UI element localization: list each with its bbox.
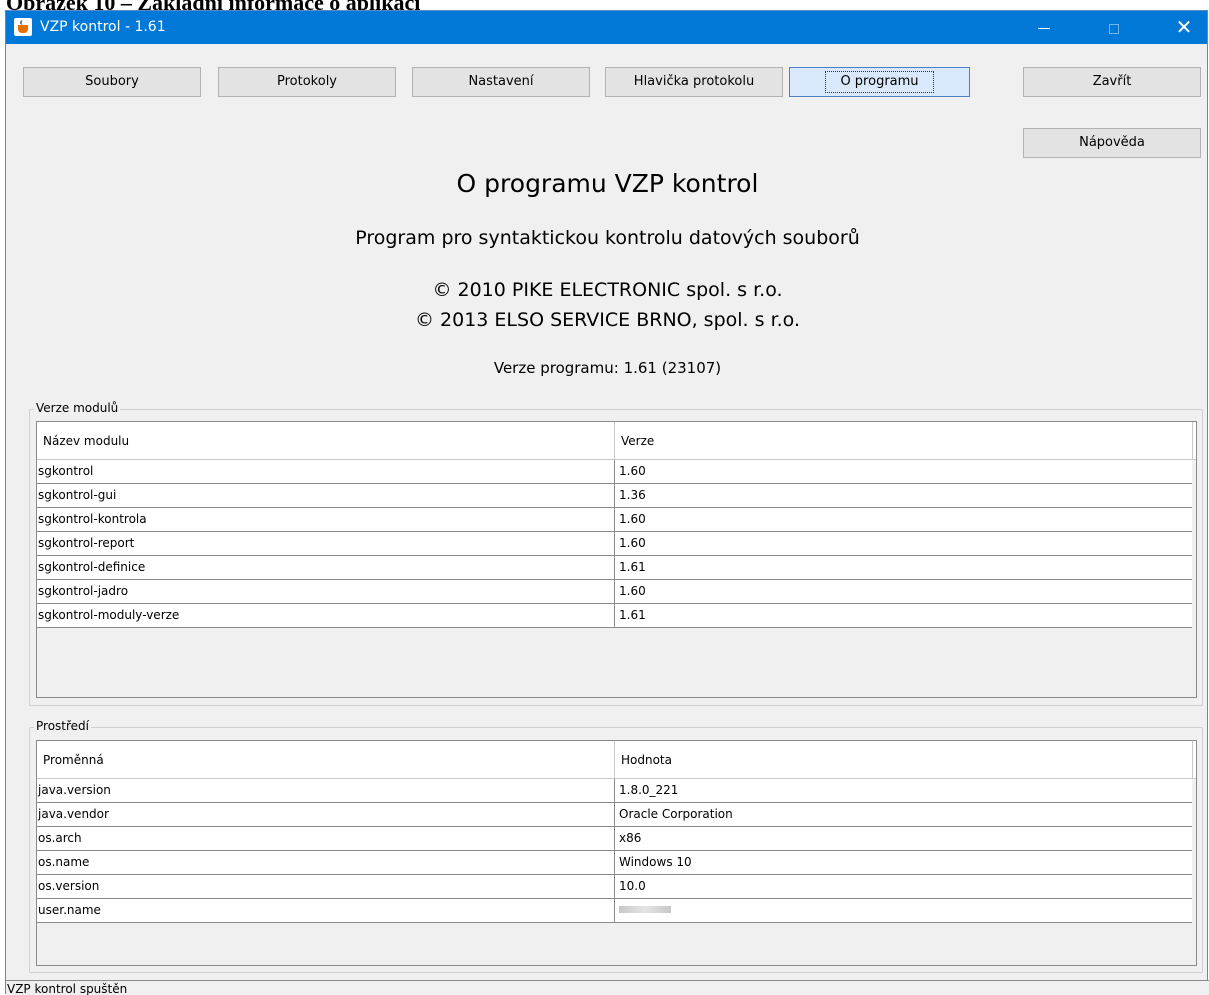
program-version: Verze programu: 1.61 (23107)	[493, 359, 722, 377]
environment-table[interactable]: Proměnná Hodnota java.version 1.8.0_221 j…	[36, 740, 1197, 966]
module-name-cell: sgkontrol-definice	[38, 560, 146, 574]
module-name-cell: sgkontrol	[38, 464, 94, 478]
table-row[interactable]: os.arch x86	[37, 827, 1192, 851]
module-version-cell: 1.60	[614, 532, 1192, 555]
variable-value-cell: 10.0	[614, 875, 1192, 898]
o-programu-label: O programu	[825, 71, 934, 93]
table-row[interactable]: sgkontrol 1.60	[37, 460, 1192, 484]
copyright-pike: © 2010 PIKE ELECTRONIC spol. s r.o.	[432, 279, 783, 301]
environment-legend: Prostředí	[34, 719, 91, 733]
column-header-value[interactable]: Hodnota	[614, 741, 1192, 779]
table-row[interactable]: sgkontrol-gui 1.36	[37, 484, 1192, 508]
redacted-username	[619, 906, 671, 913]
column-header-module-name[interactable]: Název modulu	[37, 422, 614, 460]
modules-group: Verze modulů Název modulu Verze sgkontro…	[29, 401, 1203, 706]
nastaveni-button[interactable]: Nastavení	[412, 67, 590, 97]
module-version-cell: 1.60	[614, 580, 1192, 603]
o-programu-button[interactable]: O programu	[789, 67, 970, 97]
table-row[interactable]: java.version 1.8.0_221	[37, 779, 1192, 803]
about-title: O programu VZP kontrol	[456, 169, 759, 198]
variable-value-cell	[614, 899, 1192, 922]
close-icon: ✕	[1175, 15, 1193, 39]
module-name-cell: sgkontrol-moduly-verze	[38, 608, 180, 622]
about-subtitle: Program pro syntaktickou kontrolu datový…	[355, 227, 860, 249]
table-row[interactable]: os.version 10.0	[37, 875, 1192, 899]
module-name-cell: sgkontrol-report	[38, 536, 135, 550]
title-bar[interactable]: VZP kontrol - 1.61 ✕	[6, 11, 1207, 44]
module-name-cell: sgkontrol-gui	[38, 488, 117, 502]
column-header-variable[interactable]: Proměnná	[37, 741, 614, 779]
variable-value-cell: 1.8.0_221	[614, 779, 1192, 802]
table-row[interactable]: sgkontrol-report 1.60	[37, 532, 1192, 556]
table-row[interactable]: os.name Windows 10	[37, 851, 1192, 875]
variable-value-cell: x86	[614, 827, 1192, 850]
module-name-cell: sgkontrol-jadro	[38, 584, 129, 598]
variable-name-cell: os.arch	[38, 831, 82, 845]
hlavicka-protokolu-button[interactable]: Hlavička protokolu	[605, 67, 783, 97]
header-filler	[1192, 741, 1198, 779]
modules-legend: Verze modulů	[34, 401, 121, 415]
environment-group: Prostředí Proměnná Hodnota java.version 1…	[29, 719, 1203, 973]
module-name-cell: sgkontrol-kontrola	[38, 512, 147, 526]
soubory-button[interactable]: Soubory	[23, 67, 201, 97]
module-version-cell: 1.60	[614, 508, 1192, 531]
modules-table-header: Název modulu Verze	[37, 422, 1196, 460]
zavrit-button[interactable]: Zavřít	[1023, 67, 1201, 97]
table-row[interactable]: sgkontrol-jadro 1.60	[37, 580, 1192, 604]
variable-name-cell: java.vendor	[38, 807, 109, 821]
protokoly-button[interactable]: Protokoly	[218, 67, 396, 97]
java-app-icon	[14, 18, 32, 36]
napoveda-button[interactable]: Nápověda	[1023, 128, 1201, 158]
minimize-icon	[1038, 28, 1050, 29]
module-version-cell: 1.61	[614, 604, 1192, 627]
maximize-button[interactable]	[1091, 11, 1137, 44]
status-bar: VZP kontrol spuštěn	[6, 980, 1209, 995]
column-header-version[interactable]: Verze	[614, 422, 1192, 460]
module-version-cell: 1.61	[614, 556, 1192, 579]
variable-name-cell: os.version	[38, 879, 100, 893]
environment-table-header: Proměnná Hodnota	[37, 741, 1196, 779]
maximize-icon	[1109, 23, 1119, 34]
close-window-button[interactable]: ✕	[1161, 11, 1207, 44]
variable-value-cell: Oracle Corporation	[614, 803, 1192, 826]
table-row[interactable]: java.vendor Oracle Corporation	[37, 803, 1192, 827]
table-row[interactable]: sgkontrol-moduly-verze 1.61	[37, 604, 1192, 628]
header-filler	[1192, 422, 1198, 460]
variable-name-cell: java.version	[38, 783, 111, 797]
variable-value-cell: Windows 10	[614, 851, 1192, 874]
table-row[interactable]: sgkontrol-kontrola 1.60	[37, 508, 1192, 532]
module-version-cell: 1.36	[614, 484, 1192, 507]
app-window: VZP kontrol - 1.61 ✕ Soubory Protokoly N…	[5, 10, 1209, 995]
copyright-elso: © 2013 ELSO SERVICE BRNO, spol. s r.o.	[414, 309, 801, 331]
window-title: VZP kontrol - 1.61	[40, 19, 166, 35]
table-row[interactable]: user.name	[37, 899, 1192, 923]
variable-name-cell: user.name	[38, 903, 101, 917]
modules-table[interactable]: Název modulu Verze sgkontrol 1.60 sgkontr…	[36, 421, 1197, 698]
table-row[interactable]: sgkontrol-definice 1.61	[37, 556, 1192, 580]
module-version-cell: 1.60	[614, 460, 1192, 483]
minimize-button[interactable]	[1021, 11, 1067, 44]
variable-name-cell: os.name	[38, 855, 90, 869]
